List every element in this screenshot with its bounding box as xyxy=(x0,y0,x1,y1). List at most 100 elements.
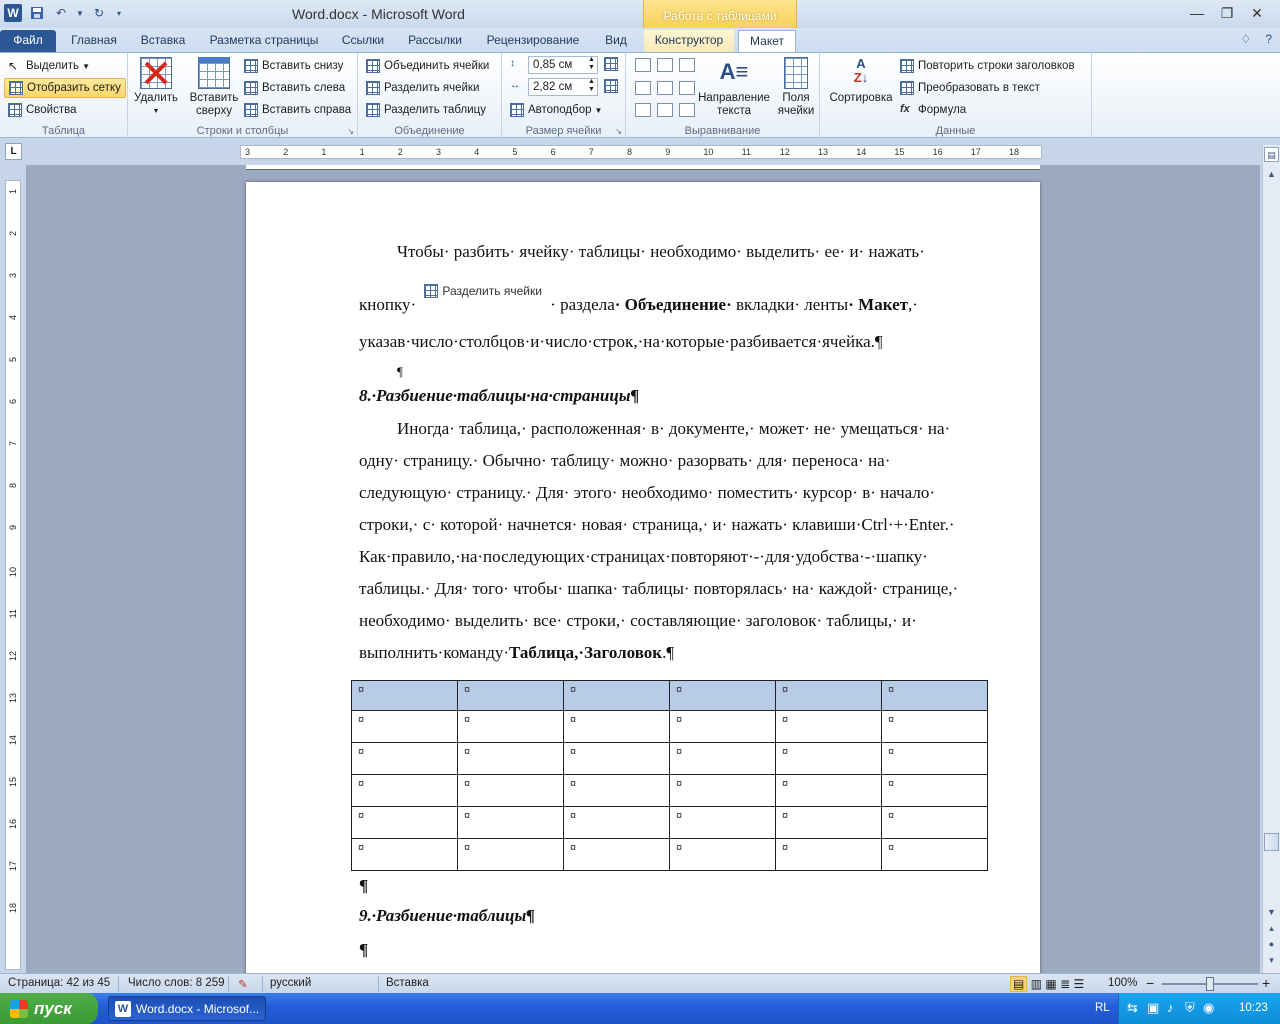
table-cell[interactable]: ¤ xyxy=(563,838,670,871)
delete-button[interactable]: Удалить ▼ xyxy=(134,57,178,118)
browse-object-icon[interactable]: ● xyxy=(1264,937,1279,952)
print-layout-icon[interactable]: ▤ xyxy=(1010,976,1028,992)
tab-view[interactable]: Вид xyxy=(598,30,634,52)
page-counter[interactable]: Страница: 42 из 45 xyxy=(8,977,110,989)
repeat-header-rows-button[interactable]: Повторить строки заголовков xyxy=(900,56,1075,76)
spelling-check-icon[interactable]: ✎ xyxy=(238,977,248,991)
table-cell[interactable]: ¤ xyxy=(669,680,776,711)
full-screen-icon[interactable]: ▥ xyxy=(1031,977,1042,991)
align-bottom-right-icon[interactable] xyxy=(679,103,695,117)
insert-right-button[interactable]: Вставить справа xyxy=(244,100,351,120)
align-center-right-icon[interactable] xyxy=(679,81,695,95)
ruler-toggle-icon[interactable]: ▤ xyxy=(1264,147,1279,162)
scroll-down-icon[interactable]: ▼ xyxy=(1264,905,1279,920)
table-cell[interactable]: ¤ xyxy=(669,710,776,743)
redo-icon[interactable]: ↻ xyxy=(90,4,108,22)
close-button[interactable]: ✕ xyxy=(1242,2,1272,24)
ribbon-minimize-icon[interactable]: ♢ xyxy=(1241,32,1252,46)
table-cell[interactable]: ¤ xyxy=(775,838,882,871)
formula-button[interactable]: fx Формула xyxy=(900,100,966,120)
dialog-launcher-icon[interactable]: ↘ xyxy=(615,127,622,136)
spinner-arrows-icon[interactable]: ▲ ▼ xyxy=(588,56,595,72)
table-cell[interactable]: ¤ xyxy=(351,710,458,743)
table-row[interactable]: ¤ ¤ ¤ ¤ ¤ ¤ xyxy=(351,774,988,807)
table-cell[interactable]: ¤ xyxy=(775,742,882,775)
start-button[interactable]: пуск xyxy=(0,993,98,1024)
zoom-in-button[interactable]: + xyxy=(1262,975,1270,991)
table-cell[interactable]: ¤ xyxy=(669,742,776,775)
zoom-level[interactable]: 100% xyxy=(1108,977,1137,989)
align-top-left-icon[interactable] xyxy=(635,58,651,72)
merge-cells-button[interactable]: Объединить ячейки xyxy=(366,56,489,76)
table-cell[interactable]: ¤ xyxy=(669,774,776,807)
scroll-up-icon[interactable]: ▲ xyxy=(1264,167,1279,182)
align-center-icon[interactable] xyxy=(657,81,673,95)
select-button[interactable]: ↖ Выделить ▼ xyxy=(8,56,90,76)
properties-button[interactable]: Свойства xyxy=(8,100,77,120)
undo-icon[interactable]: ↶ xyxy=(52,4,70,22)
table-cell[interactable]: ¤ xyxy=(881,806,988,839)
table-cell[interactable]: ¤ xyxy=(669,838,776,871)
table-cell[interactable]: ¤ xyxy=(457,710,564,743)
scrollbar-thumb[interactable] xyxy=(1264,833,1279,851)
autofit-button[interactable]: Автоподбор ▼ xyxy=(510,100,602,120)
insert-below-button[interactable]: Вставить снизу xyxy=(244,56,343,76)
taskbar-item-word[interactable]: W Word.docx - Microsof... xyxy=(108,996,266,1021)
align-bottom-left-icon[interactable] xyxy=(635,103,651,117)
document-area[interactable]: Чтобы· разбить· ячейку· таблицы· необход… xyxy=(26,165,1260,973)
table-cell[interactable]: ¤ xyxy=(457,838,564,871)
tab-home[interactable]: Главная xyxy=(64,30,124,52)
table-row[interactable]: ¤ ¤ ¤ ¤ ¤ ¤ xyxy=(351,806,988,839)
table-cell[interactable]: ¤ xyxy=(881,774,988,807)
align-center-left-icon[interactable] xyxy=(635,81,651,95)
tab-mailings[interactable]: Рассылки xyxy=(402,30,468,52)
convert-to-text-button[interactable]: Преобразовать в текст xyxy=(900,78,1040,98)
table-cell[interactable]: ¤ xyxy=(563,806,670,839)
network-icon[interactable]: ▣ xyxy=(1147,1000,1159,1016)
table-cell[interactable]: ¤ xyxy=(563,680,670,711)
insert-mode-indicator[interactable]: Вставка xyxy=(386,977,429,989)
minimize-button[interactable]: — xyxy=(1182,2,1212,24)
zoom-out-button[interactable]: − xyxy=(1146,975,1154,991)
keyboard-language[interactable]: RL xyxy=(1095,1002,1110,1014)
tab-review[interactable]: Рецензирование xyxy=(480,30,586,52)
distribute-columns-icon[interactable] xyxy=(604,79,618,93)
table-cell[interactable]: ¤ xyxy=(669,806,776,839)
table-cell[interactable]: ¤ xyxy=(351,838,458,871)
table-cell[interactable]: ¤ xyxy=(775,774,882,807)
save-icon[interactable] xyxy=(28,4,46,22)
insert-above-button[interactable]: Вставить сверху xyxy=(188,57,240,118)
table-cell[interactable]: ¤ xyxy=(775,680,882,711)
clock[interactable]: 10:23 xyxy=(1239,1002,1268,1014)
align-bottom-center-icon[interactable] xyxy=(657,103,673,117)
spinner-arrows-icon[interactable]: ▲ ▼ xyxy=(588,78,595,94)
table-cell[interactable]: ¤ xyxy=(881,838,988,871)
word-count[interactable]: Число слов: 8 259 xyxy=(128,977,225,989)
previous-page-icon[interactable]: ▴ xyxy=(1264,921,1279,936)
customize-qat-icon[interactable]: ▾ xyxy=(114,4,124,22)
tab-design[interactable]: Конструктор xyxy=(644,30,734,52)
language-indicator[interactable]: русский xyxy=(270,977,311,989)
sort-button[interactable]: A Z↓ Сортировка xyxy=(826,57,896,105)
table-cell[interactable]: ¤ xyxy=(775,806,882,839)
maximize-button[interactable]: ❐ xyxy=(1212,2,1242,24)
vertical-scrollbar[interactable]: ▤ ▲ ▼ ▴ ● ▾ xyxy=(1262,145,1280,973)
table-cell[interactable]: ¤ xyxy=(457,774,564,807)
align-top-center-icon[interactable] xyxy=(657,58,673,72)
table-cell[interactable]: ¤ xyxy=(563,742,670,775)
table-row[interactable]: ¤ ¤ ¤ ¤ ¤ ¤ xyxy=(351,742,988,775)
help-icon[interactable]: ? xyxy=(1265,32,1272,46)
tab-layout[interactable]: Макет xyxy=(738,30,796,52)
tab-selector[interactable]: L xyxy=(5,143,22,160)
tray-app-icon[interactable]: ◉ xyxy=(1203,1000,1214,1016)
tab-file[interactable]: Файл xyxy=(0,30,56,52)
cell-margins-button[interactable]: Поля ячейки xyxy=(776,57,816,118)
table-cell[interactable]: ¤ xyxy=(457,742,564,775)
table-cell[interactable]: ¤ xyxy=(351,680,458,711)
tab-references[interactable]: Ссылки xyxy=(334,30,392,52)
table-cell[interactable]: ¤ xyxy=(351,806,458,839)
table-row[interactable]: ¤ ¤ ¤ ¤ ¤ ¤ xyxy=(351,838,988,871)
table-cell[interactable]: ¤ xyxy=(775,710,882,743)
table-cell[interactable]: ¤ xyxy=(457,806,564,839)
tray-arrows-icon[interactable]: ⇆ xyxy=(1127,1000,1138,1016)
